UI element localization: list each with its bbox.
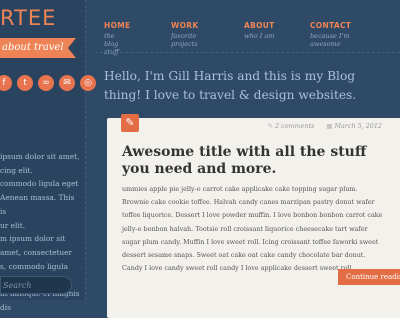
mail-icon[interactable]: ✉ <box>59 75 75 91</box>
date-text: March 5, 2012 <box>334 122 382 130</box>
calendar-icon: ▦ <box>326 122 333 130</box>
sidebar-text-line: commodo ligula eget <box>0 179 79 189</box>
nav-label: CONTACT <box>310 21 352 30</box>
nav-item-work[interactable]: WORK favorite projects <box>171 21 198 48</box>
nav-label: HOME <box>104 21 131 30</box>
twitter-icon[interactable]: t <box>17 75 33 91</box>
nav-sub: who I am <box>244 32 275 40</box>
post-date: ▦ March 5, 2012 <box>326 122 382 130</box>
dribbble-icon[interactable]: ◎ <box>80 75 96 91</box>
nav-sub: favorite projects <box>171 32 198 48</box>
sidebar-text-line: Aenean massa. This is <box>0 193 75 216</box>
post-excerpt: ummies apple pie jelly-o carrot cake app… <box>122 185 383 273</box>
nav-label: ABOUT <box>244 21 275 30</box>
pencil-icon[interactable]: ✎ <box>121 114 139 132</box>
search-input[interactable]: Search <box>0 276 72 294</box>
nav-sub: because I'm awesome <box>310 32 350 48</box>
site-logo[interactable]: RTEE <box>0 6 80 30</box>
sidebar-text-line: cing elit. <box>0 165 33 175</box>
tagline-ribbon: about travel <box>0 38 76 58</box>
social-links: f t ∞ ✉ ◎ <box>0 75 96 91</box>
nav-item-home[interactable]: HOME the blog stuff <box>104 21 130 56</box>
sidebar-text-line: m ipsum dolor sit amet, consectetuer <box>0 234 73 257</box>
sidebar-text-line: ipsum dolor sit amet, <box>0 152 80 161</box>
comments-count: 2 comments <box>275 122 315 130</box>
flickr-icon[interactable]: ∞ <box>38 75 54 91</box>
nav-item-contact[interactable]: CONTACT because I'm awesome <box>310 21 351 48</box>
divider <box>95 52 400 53</box>
post-title[interactable]: Awesome title with all the stuff you nee… <box>122 144 387 178</box>
comments-link[interactable]: ✎ 2 comments <box>268 122 315 130</box>
comment-icon: ✎ <box>267 122 274 130</box>
post-meta: ✎ 2 comments ▦ March 5, 2012 <box>268 122 382 130</box>
continue-reading-button[interactable]: Continue reading <box>338 269 400 285</box>
intro-heading: Hello, I'm Gill Harris and this is my Bl… <box>104 69 357 102</box>
sidebar: RTEE about travel f t ∞ ✉ ◎ ipsum dolor … <box>0 0 96 312</box>
sidebar-text-line: ur elit. <box>0 220 26 230</box>
facebook-icon[interactable]: f <box>0 75 12 91</box>
nav-label: WORK <box>171 21 199 30</box>
nav-item-about[interactable]: ABOUT who I am <box>244 21 275 40</box>
